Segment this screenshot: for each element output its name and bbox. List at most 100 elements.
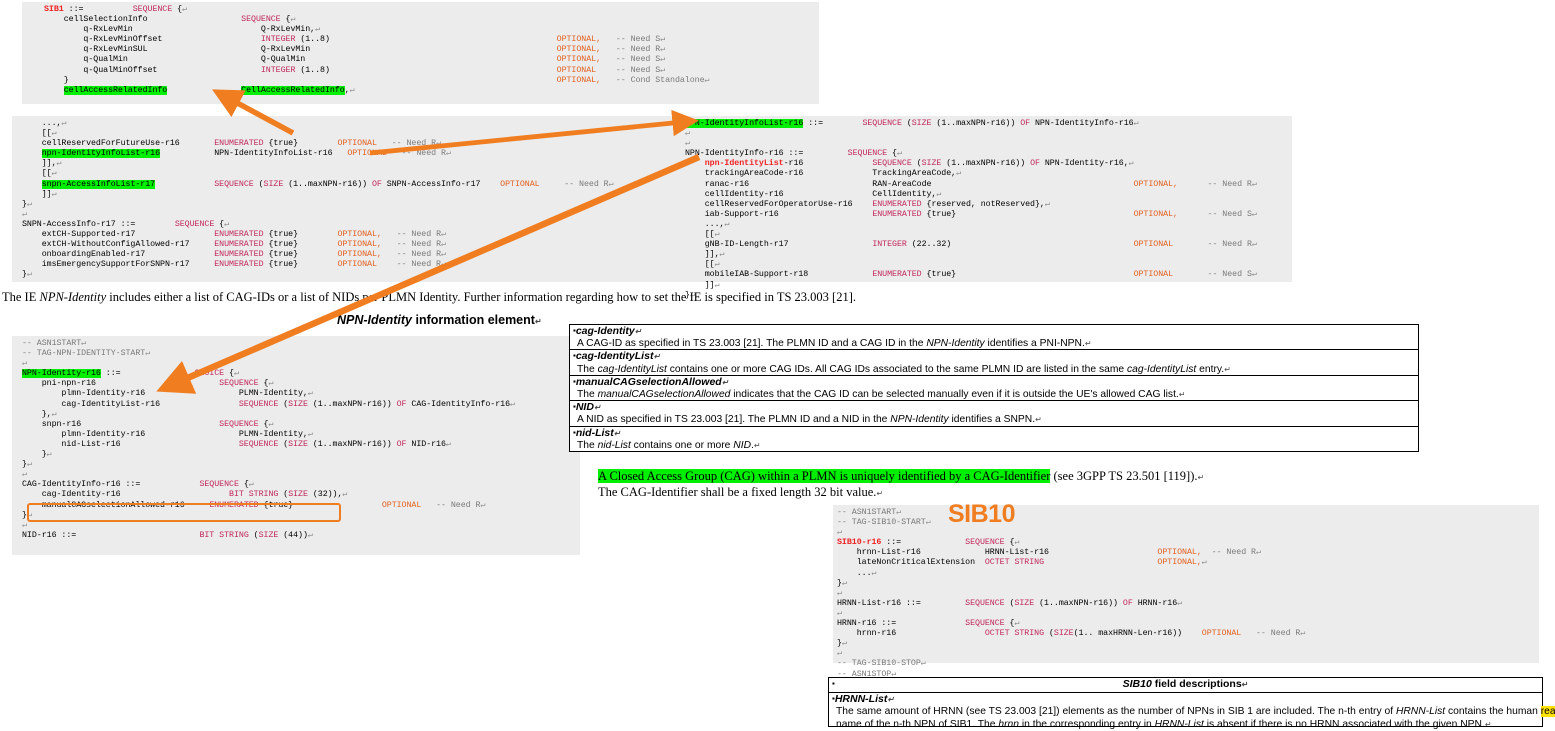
code-line: ↵ <box>685 129 690 139</box>
code-line: }↵ <box>22 460 32 470</box>
table-header: SIB10 field descriptions↵ <box>1122 678 1249 690</box>
code-line: snpn-AccessInfoList-r17 SEQUENCE (SIZE (… <box>41 179 614 189</box>
code-line: cag-Identity-r16 BIT STRING (SIZE (32)),… <box>22 490 348 500</box>
cag-note-line1: A Closed Access Group (CAG) within a PLM… <box>598 469 1205 483</box>
code-block-npn_identity: -- ASN1START↵ -- TAG-NPN-IDENTITY-START↵ ↵… <box>12 336 580 555</box>
code-line: plmn-Identity-r16 PLMN-Identity,↵ <box>22 389 313 399</box>
code-line: }↵ <box>837 639 847 649</box>
code-line: cellAccessRelatedInfo CellAccessRelatedI… <box>63 85 355 95</box>
sib10-field-descriptions-table: ▪ SIB10 field descriptions↵ ▪HRNN-List↵ The… <box>828 677 1555 730</box>
npn-identity-ie-title: NPN-Identity information element↵ <box>337 313 542 327</box>
field-name: ▪HRNN-List↵ <box>832 693 895 705</box>
code-line: -- ASN1START↵ <box>22 339 87 348</box>
code-line: }↵ <box>22 199 32 209</box>
cag-note-line2-text: The CAG-Identifier shall be a fixed leng… <box>598 485 877 499</box>
ie-title-rest: information element <box>412 313 535 327</box>
code-line: CAG-IdentityInfo-r16 ::= SEQUENCE {↵ <box>22 480 254 490</box>
code-line: ]],↵ <box>685 250 725 260</box>
code-line: },↵ <box>22 409 57 419</box>
npn-identity-intro-paragraph: The IE NPN-Identity includes either a li… <box>2 290 856 305</box>
code-line: -- TAG-SIB10-STOP↵ <box>837 659 926 669</box>
code-line: -- TAG-SIB10-START↵ <box>837 518 931 528</box>
code-line: gNB-ID-Length-r17 INTEGER (22..32) OPTIO… <box>685 240 1257 250</box>
code-block-sib1_cont: ...,↵ [[↵ cellReservedForFutureUse-r16 E… <box>12 116 687 282</box>
code-line: hrnn-r16 OCTET STRING (SIZE(1.. maxHRNN-… <box>837 629 1306 639</box>
code-line: HRNN-r16 ::= SEQUENCE {↵ <box>837 619 1020 629</box>
bullet-icon: ▪ <box>573 326 576 336</box>
code-block-sib1: SIB1 ::= SEQUENCE {↵ cellSelectionInfo S… <box>22 2 819 104</box>
code-line: onboardingEnabled-r17 ENUMERATED {true} … <box>22 250 446 260</box>
code-line: NID-r16 ::= BIT STRING (SIZE (44))↵ <box>22 530 313 540</box>
code-line: -- TAG-NPN-IDENTITY-START↵ <box>22 349 151 359</box>
code-line: } OPTIONAL, -- Cond Standalone↵ <box>44 75 710 85</box>
code-line: ↵ <box>837 588 842 598</box>
code-line: ...,↵ <box>22 119 67 128</box>
code-line: NPN-IdentityInfoList-r16 ::= SEQUENCE (S… <box>685 119 1139 128</box>
field-description-row: ▪HRNN-List↵ The same amount of HRNN (see … <box>829 693 1555 730</box>
code-line: ↵ <box>22 520 27 530</box>
cag-note-line2: The CAG-Identifier shall be a fixed leng… <box>598 485 884 499</box>
code-line: cellIdentity-r16 CellIdentity,↵ <box>685 189 942 199</box>
code-line: }↵ <box>837 578 847 588</box>
field-name: ▪NID↵ <box>573 401 601 414</box>
code-line: extCH-WithoutConfigAllowed-r17 ENUMERATE… <box>22 240 446 250</box>
code-line: cellSelectionInfo SEQUENCE {↵ <box>44 15 296 25</box>
code-line: [[↵ <box>22 169 57 179</box>
code-line: mobileIAB-Support-r18 ENUMERATED {true} … <box>685 270 1257 280</box>
field-description-row: ▪cag-Identity↵ A CAG-ID as specified in T… <box>570 325 1418 351</box>
code-line: cellReservedForFutureUse-r16 ENUMERATED … <box>22 139 442 149</box>
field-name: ▪cag-Identity↵ <box>573 325 642 337</box>
code-line: SIB1 ::= SEQUENCE {↵ <box>44 5 187 14</box>
code-line: q-RxLevMinOffset INTEGER (1..8) OPTIONAL… <box>44 35 666 45</box>
code-line: snpn-r16 SEQUENCE {↵ <box>22 419 274 429</box>
field-description: The same amount of HRNN (see TS 23.003 [… <box>832 706 1555 718</box>
code-line: trackingAreaCode-r16 TrackingAreaCode,↵ <box>685 169 962 179</box>
intro-text-em: NPN-Identity <box>39 290 107 304</box>
code-line: ...,↵ <box>685 219 730 229</box>
code-line: [[↵ <box>22 129 57 139</box>
code-line: q-RxLevMin Q-RxLevMin,↵ <box>44 25 321 35</box>
code-line: ↵ <box>837 608 842 618</box>
code-line: ↵ <box>22 209 27 219</box>
intro-text-b: includes either a list of CAG-IDs or a l… <box>106 290 857 304</box>
code-line: ]]↵ <box>22 189 57 199</box>
code-line: pni-npn-r16 SEQUENCE {↵ <box>22 379 274 389</box>
table-header-row: ▪ SIB10 field descriptions↵ <box>829 678 1542 693</box>
code-line: HRNN-List-r16 ::= SEQUENCE (SIZE (1..max… <box>837 598 1183 608</box>
field-description-cont: name of the n-th NPN of SIB1. The hrnn i… <box>836 718 1492 730</box>
npn-identity-field-descriptions-table: ▪cag-Identity↵ A CAG-ID as specified in T… <box>569 324 1419 452</box>
field-description-row: ▪NID↵ A NID as specified in TS 23.003 [21… <box>570 401 1418 427</box>
field-description: The cag-IdentityList contains one or mor… <box>577 363 1231 375</box>
code-line: ↵ <box>685 139 690 149</box>
field-description: The manualCAGselectionAllowed indicates … <box>577 388 1186 400</box>
code-line: }↵ <box>22 270 32 280</box>
field-description: A NID as specified in TS 23.003 [21]. Th… <box>577 414 1042 426</box>
code-line: SIB10-r16 ::= SEQUENCE {↵ <box>837 538 1020 548</box>
field-description-row: ▪manualCAGselectionAllowed↵ The manualCAG… <box>570 376 1418 402</box>
code-line: nid-List-r16 SEQUENCE (SIZE (1..maxNPN-r… <box>22 439 451 449</box>
intro-text-a: The IE <box>2 290 40 304</box>
code-line: NPN-Identity-r16 ::= CHOICE {↵ <box>22 369 239 379</box>
manualcagselectionallowed-box <box>27 503 341 522</box>
sib10-annotation-label: SIB10 <box>948 500 1015 528</box>
code-line: -- ASN1START↵ <box>837 508 902 517</box>
code-line: cellReservedForOperatorUse-r16 ENUMERATE… <box>685 199 1050 209</box>
bullet-icon: ▪ <box>832 694 835 704</box>
code-line: lateNonCriticalExtension OCTET STRING OP… <box>837 558 1207 568</box>
code-line: ↵ <box>22 359 27 369</box>
code-line: hrnn-List-r16 HRNN-List-r16 OPTIONAL, --… <box>837 548 1261 558</box>
code-block-sib10: -- ASN1START↵ -- TAG-SIB10-START↵ ↵ SIB10-r… <box>833 505 1539 689</box>
code-line: ↵ <box>837 528 842 538</box>
bullet-icon: ▪ <box>573 402 576 412</box>
code-line: [[↵ <box>685 230 720 240</box>
code-line: imsEmergencySupportForSNPN-r17 ENUMERATE… <box>22 260 446 270</box>
code-line: cag-IdentityList-r16 SEQUENCE (SIZE (1..… <box>22 399 515 409</box>
code-line: extCH-Supported-r17 ENUMERATED {true} OP… <box>22 230 446 240</box>
code-line: plmn-Identity-r16 PLMN-Identity,↵ <box>22 429 313 439</box>
code-line: q-RxLevMinSUL Q-RxLevMin OPTIONAL, -- Ne… <box>44 45 666 55</box>
field-description-row: ▪cag-IdentityList↵ The cag-IdentityList c… <box>570 350 1418 376</box>
field-name: ▪nid-List↵ <box>573 426 621 439</box>
cag-note-highlighted: A Closed Access Group (CAG) within a PLM… <box>598 469 1051 483</box>
code-line: }↵ <box>22 450 52 460</box>
code-line: ...↵ <box>837 568 877 578</box>
